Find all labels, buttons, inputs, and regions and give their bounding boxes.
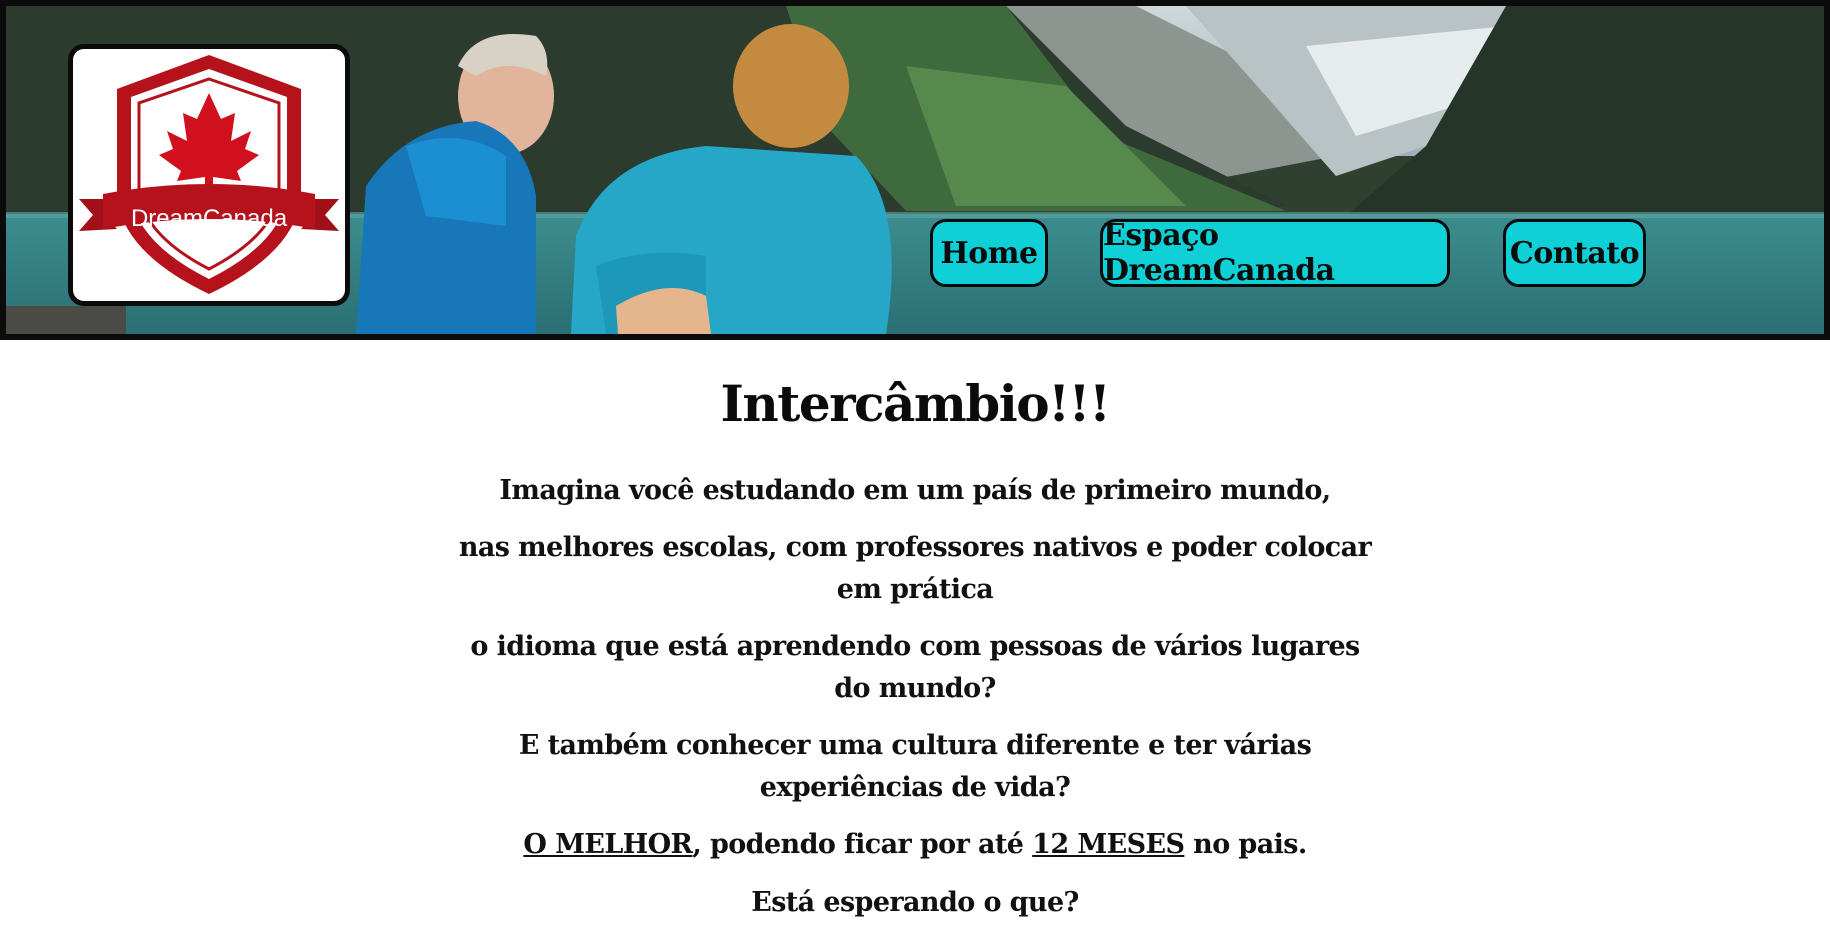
highlight-o-melhor: O MELHOR: [523, 829, 693, 860]
paragraph-3: o idioma que está aprendendo com pessoas…: [470, 631, 1360, 704]
highlight-12-meses: 12 MESES: [1032, 829, 1185, 860]
paragraph-5: O MELHOR, podendo ficar por até 12 MESES…: [450, 824, 1380, 866]
paragraph-4: E também conhecer uma cultura diferente …: [518, 730, 1312, 803]
header-banner: DreamCanada Home Espaço DreamCanada Cont…: [0, 0, 1830, 340]
nav-home-button[interactable]: Home: [930, 219, 1048, 287]
logo-emblem: [79, 55, 339, 294]
logo-text: DreamCanada: [130, 205, 288, 232]
paragraph-5-text-2: no pais.: [1184, 829, 1307, 860]
page-title: Intercâmbio!!!: [720, 374, 1111, 433]
paragraph-6: Está esperando o que?: [751, 887, 1079, 918]
paragraph-2: nas melhores escolas, com professores na…: [458, 532, 1372, 605]
logo[interactable]: DreamCanada: [68, 44, 350, 306]
nav-espaco-button[interactable]: Espaço DreamCanada: [1100, 218, 1450, 288]
nav-contato-button[interactable]: Contato: [1503, 219, 1646, 287]
paragraph-1: Imagina você estudando em um país de pri…: [499, 475, 1331, 506]
paragraph-5-text-1: , podendo ficar por até: [692, 829, 1033, 860]
